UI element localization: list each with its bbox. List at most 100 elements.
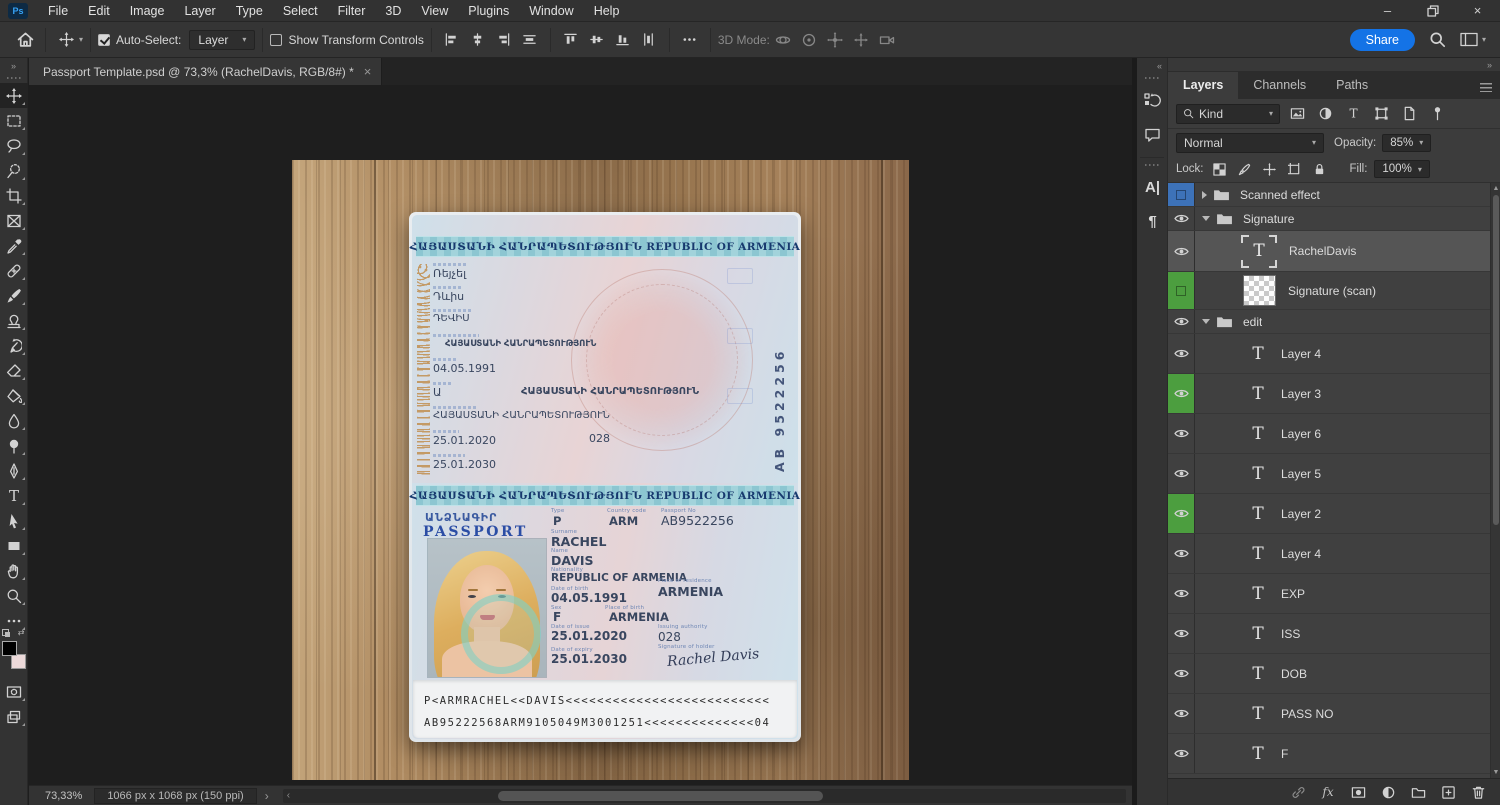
align-middle-button[interactable] bbox=[584, 27, 610, 53]
strip-grip-2[interactable] bbox=[1145, 164, 1159, 166]
layer-row-racheldavis[interactable]: T RachelDavis bbox=[1168, 231, 1500, 272]
text-layer-thumbnail[interactable]: T bbox=[1247, 624, 1269, 644]
text-layer-thumbnail[interactable]: T bbox=[1247, 344, 1269, 364]
tool-quick-select[interactable] bbox=[0, 158, 28, 183]
status-options-chevron-icon[interactable]: › bbox=[257, 789, 277, 803]
chevron-right-icon[interactable] bbox=[1202, 190, 1207, 199]
paragraph-panel-button[interactable]: ¶ bbox=[1137, 204, 1168, 238]
3d-camera-button[interactable] bbox=[874, 27, 900, 53]
align-top-button[interactable] bbox=[558, 27, 584, 53]
layer-row-layer-4[interactable]: T Layer 4 bbox=[1168, 534, 1500, 574]
tool-zoom-tool[interactable] bbox=[0, 583, 28, 608]
layer-name[interactable]: PASS NO bbox=[1281, 707, 1333, 721]
scroll-down-icon[interactable]: ▼ bbox=[1491, 769, 1500, 776]
layer-name[interactable]: Layer 4 bbox=[1281, 347, 1321, 361]
tool-lasso[interactable] bbox=[0, 133, 28, 158]
blend-mode-dropdown[interactable]: Normal ▾ bbox=[1176, 132, 1324, 153]
tab-paths[interactable]: Paths bbox=[1321, 72, 1383, 99]
lock-position-button[interactable] bbox=[1261, 160, 1279, 178]
move-tool-preset[interactable] bbox=[53, 27, 79, 53]
add-mask-button[interactable] bbox=[1348, 782, 1368, 802]
visibility-toggle[interactable] bbox=[1168, 183, 1195, 206]
filter-pixel-layers-button[interactable] bbox=[1286, 104, 1308, 124]
tool-path-select[interactable] bbox=[0, 508, 28, 533]
menu-filter[interactable]: Filter bbox=[328, 4, 376, 18]
menu-help[interactable]: Help bbox=[584, 4, 630, 18]
filter-kind-dropdown[interactable]: Kind ▾ bbox=[1176, 103, 1280, 124]
layer-row-f[interactable]: TF bbox=[1168, 734, 1500, 774]
layer-row-exp[interactable]: T EXP bbox=[1168, 574, 1500, 614]
filter-type-layers-button[interactable]: T bbox=[1342, 104, 1364, 124]
visibility-toggle[interactable] bbox=[1168, 734, 1195, 773]
menu-type[interactable]: Type bbox=[226, 4, 273, 18]
visibility-toggle[interactable] bbox=[1168, 374, 1195, 413]
lock-all-button[interactable] bbox=[1311, 160, 1329, 178]
menu-view[interactable]: View bbox=[411, 4, 458, 18]
document-tab[interactable]: Passport Template.psd @ 73,3% (RachelDav… bbox=[29, 58, 383, 85]
scroll-left-icon[interactable]: ‹ bbox=[287, 789, 290, 803]
share-button[interactable]: Share bbox=[1349, 28, 1415, 51]
tool-brush[interactable] bbox=[0, 283, 28, 308]
tool-healing[interactable] bbox=[0, 258, 28, 283]
layer-row-layer-6[interactable]: T Layer 6 bbox=[1168, 414, 1500, 454]
tool-eyedropper[interactable] bbox=[0, 233, 28, 258]
visibility-toggle[interactable] bbox=[1168, 231, 1195, 271]
layer-styles-button[interactable]: fx bbox=[1318, 782, 1338, 802]
chevron-down-icon[interactable] bbox=[1202, 319, 1210, 324]
align-bottom-button[interactable] bbox=[610, 27, 636, 53]
layer-name[interactable]: DOB bbox=[1281, 667, 1307, 681]
layer-name[interactable]: Scanned effect bbox=[1240, 188, 1320, 202]
comments-panel-button[interactable] bbox=[1137, 117, 1168, 151]
opacity-field[interactable]: 85% ▾ bbox=[1382, 133, 1432, 152]
add-adjustment-button[interactable] bbox=[1378, 782, 1398, 802]
layer-row-pass-no[interactable]: T PASS NO bbox=[1168, 694, 1500, 734]
tool-move[interactable] bbox=[0, 83, 28, 108]
tool-dodge[interactable] bbox=[0, 433, 28, 458]
layers-scrollbar[interactable]: ▲ ▼ bbox=[1490, 183, 1500, 778]
align-right-button[interactable] bbox=[491, 27, 517, 53]
lock-transparency-button[interactable] bbox=[1211, 160, 1229, 178]
history-panel-button[interactable] bbox=[1137, 83, 1168, 117]
quick-mask-button[interactable] bbox=[0, 679, 28, 704]
home-button[interactable] bbox=[12, 27, 38, 53]
scroll-up-icon[interactable]: ▲ bbox=[1491, 185, 1500, 192]
tool-gradient[interactable] bbox=[0, 383, 28, 408]
character-panel-button[interactable]: A| bbox=[1137, 170, 1168, 204]
default-colors-icon[interactable] bbox=[1, 629, 10, 637]
layer-row-edit[interactable]: edit bbox=[1168, 310, 1500, 334]
strip-collapse-button[interactable]: « bbox=[1137, 58, 1167, 74]
visibility-toggle[interactable] bbox=[1168, 694, 1195, 733]
distribute-v-button[interactable] bbox=[636, 27, 662, 53]
layer-row-layer-4[interactable]: T Layer 4 bbox=[1168, 334, 1500, 374]
text-layer-thumbnail[interactable]: T bbox=[1247, 744, 1269, 764]
layer-name[interactable]: Layer 6 bbox=[1281, 427, 1321, 441]
close-button[interactable]: × bbox=[1455, 0, 1500, 22]
tool-blur[interactable] bbox=[0, 408, 28, 433]
swap-colors-icon[interactable]: ⇄ bbox=[18, 628, 25, 637]
toolbar-grip[interactable] bbox=[6, 77, 21, 79]
tool-hand[interactable] bbox=[0, 558, 28, 583]
3d-pan-button[interactable] bbox=[822, 27, 848, 53]
filter-adjustment-layers-button[interactable] bbox=[1314, 104, 1336, 124]
visibility-toggle[interactable] bbox=[1168, 310, 1195, 333]
tool-eraser[interactable] bbox=[0, 358, 28, 383]
minimize-button[interactable]: – bbox=[1365, 0, 1410, 22]
move-preset-chevron-icon[interactable]: ▾ bbox=[79, 35, 83, 44]
horizontal-scrollbar[interactable]: ‹ bbox=[282, 788, 1126, 803]
workspace-switcher[interactable]: ▾ bbox=[1460, 32, 1486, 47]
lock-artboard-button[interactable] bbox=[1286, 160, 1304, 178]
text-layer-thumbnail[interactable]: T bbox=[1247, 384, 1269, 404]
visibility-toggle[interactable] bbox=[1168, 614, 1195, 653]
layer-name[interactable]: Layer 4 bbox=[1281, 547, 1321, 561]
visibility-toggle[interactable] bbox=[1168, 414, 1195, 453]
more-options-button[interactable] bbox=[677, 27, 703, 53]
layer-name[interactable]: edit bbox=[1243, 315, 1262, 329]
visibility-toggle[interactable] bbox=[1168, 574, 1195, 613]
visibility-toggle[interactable] bbox=[1168, 654, 1195, 693]
tool-crop[interactable] bbox=[0, 183, 28, 208]
delete-layer-button[interactable] bbox=[1468, 782, 1488, 802]
menu-plugins[interactable]: Plugins bbox=[458, 4, 519, 18]
tool-pen[interactable] bbox=[0, 458, 28, 483]
visibility-toggle[interactable] bbox=[1168, 207, 1195, 230]
lock-pixels-button[interactable] bbox=[1236, 160, 1254, 178]
